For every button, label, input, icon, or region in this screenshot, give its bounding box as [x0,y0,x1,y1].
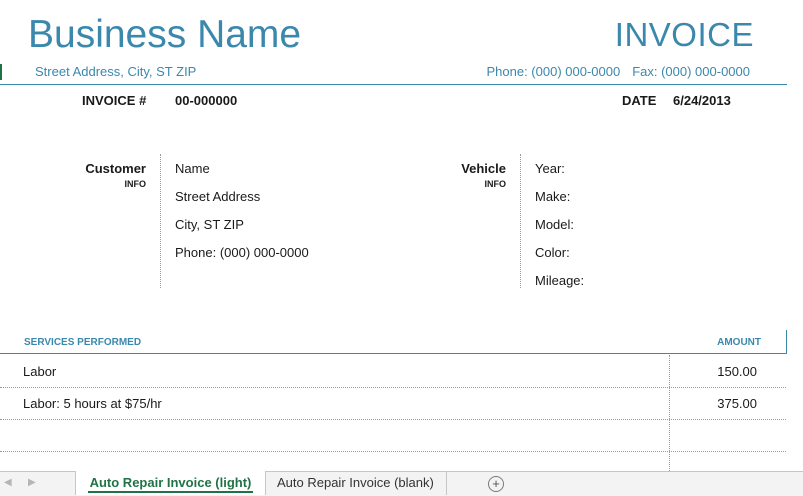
add-sheet-icon[interactable]: + [488,476,504,492]
scroll-left-icon[interactable]: ◀ [4,477,12,488]
column-divider [669,419,670,451]
scroll-right-icon[interactable]: ▶ [28,477,36,488]
business-phone[interactable]: Phone: (000) 000-0000 [486,64,620,79]
vehicle-mileage[interactable]: Mileage: [535,273,584,288]
sheet-tab-light[interactable]: Auto Repair Invoice (light) [75,471,266,495]
table-row[interactable] [0,419,786,452]
vehicle-divider [520,154,521,288]
sheet-tab-bar: ◀ ▶ Auto Repair Invoice (light) Auto Rep… [0,471,803,496]
vehicle-color[interactable]: Color: [535,245,570,260]
service-description[interactable]: Labor [23,364,56,379]
business-address[interactable]: Street Address, City, ST ZIP [35,64,196,79]
column-divider [669,355,670,387]
vehicle-heading-title: Vehicle [461,161,506,176]
customer-city[interactable]: City, ST ZIP [175,217,244,232]
sheet-tab-blank[interactable]: Auto Repair Invoice (blank) [265,471,447,495]
services-header-divider [0,353,787,354]
business-fax[interactable]: Fax: (000) 000-0000 [632,64,750,79]
services-header-edge [786,330,787,354]
vehicle-year[interactable]: Year: [535,161,565,176]
invoice-date-value[interactable]: 6/24/2013 [673,93,731,108]
invoice-number-label: INVOICE # [82,93,147,108]
table-row[interactable]: Labor: 5 hours at $75/hr 375.00 [0,387,786,420]
invoice-number-value[interactable]: 00-000000 [175,93,237,108]
service-description[interactable]: Labor: 5 hours at $75/hr [23,396,162,411]
table-row[interactable]: Labor 150.00 [0,355,786,388]
header-divider [0,84,787,85]
vehicle-heading: Vehicle INFO [420,161,506,189]
amount-heading: AMOUNT [717,337,761,348]
worksheet[interactable]: Business Name INVOICE Street Address, Ci… [0,0,803,471]
column-divider [669,451,670,471]
customer-name[interactable]: Name [175,161,210,176]
table-row[interactable] [0,451,786,471]
business-name[interactable]: Business Name [28,12,301,58]
customer-divider [160,154,161,288]
customer-heading-sub: INFO [124,179,147,189]
service-amount[interactable]: 150.00 [717,364,757,379]
customer-street[interactable]: Street Address [175,189,260,204]
customer-heading-title: Customer [85,161,146,176]
vehicle-heading-sub: INFO [484,179,507,189]
customer-phone[interactable]: Phone: (000) 000-0000 [175,245,309,260]
invoice-title[interactable]: INVOICE [615,15,754,55]
vehicle-make[interactable]: Make: [535,189,570,204]
invoice-date-label: DATE [622,93,657,108]
business-contact: Phone: (000) 000-0000 Fax: (000) 000-0000 [486,64,750,79]
services-heading: SERVICES PERFORMED [24,337,142,348]
vehicle-model[interactable]: Model: [535,217,574,232]
customer-heading: Customer INFO [60,161,146,189]
column-divider [669,387,670,419]
service-amount[interactable]: 375.00 [717,396,757,411]
selected-cell-indicator [0,64,2,80]
